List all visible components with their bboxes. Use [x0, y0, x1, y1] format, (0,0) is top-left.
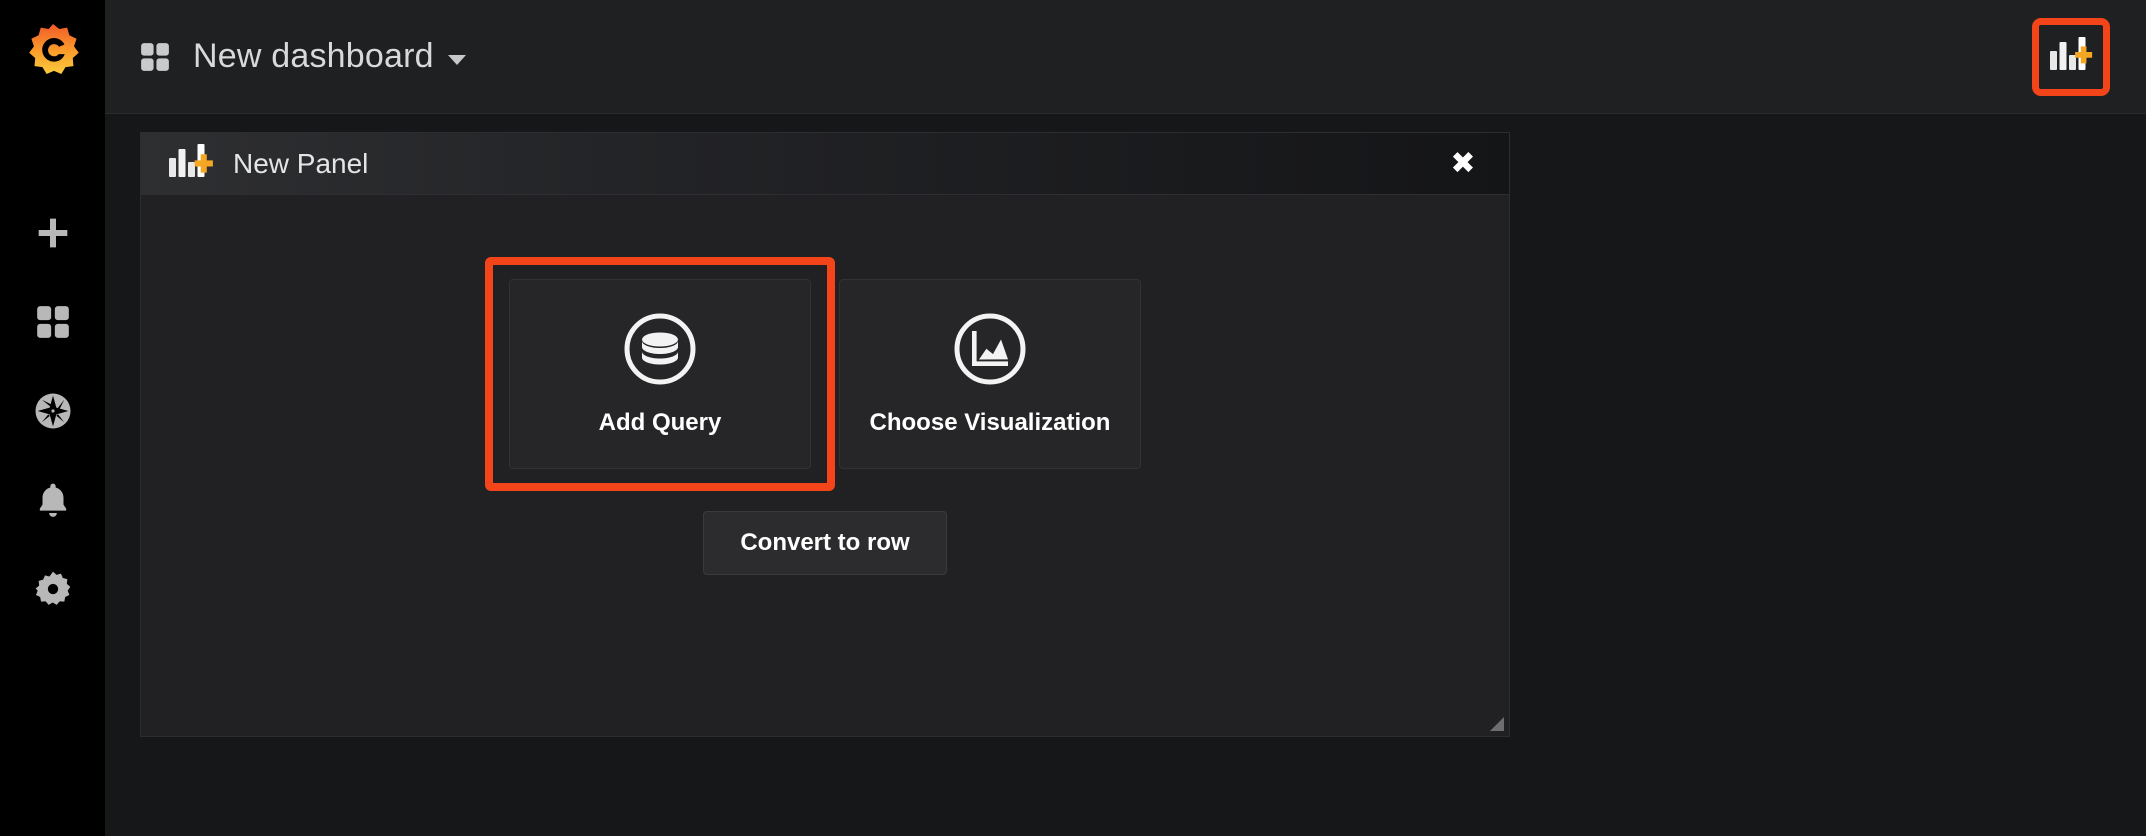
sidebar-item-dashboards[interactable]: [0, 299, 105, 345]
choose-visualization-card[interactable]: Choose Visualization: [839, 279, 1141, 469]
top-navbar: New dashboard: [105, 0, 2146, 114]
add-panel-button[interactable]: [2032, 17, 2110, 96]
choose-visualization-label: Choose Visualization: [869, 409, 1111, 436]
plus-icon: [33, 213, 73, 253]
main-column: New dashboard New Panel ✖ Add Query Choo…: [105, 0, 2146, 836]
chevron-down-icon: [447, 54, 466, 65]
resize-handle-icon[interactable]: [1488, 715, 1504, 731]
dashboards-grid-icon: [33, 302, 73, 342]
dashboards-grid-icon[interactable]: [135, 37, 175, 77]
add-query-label: Add Query: [598, 409, 722, 436]
convert-to-row-button[interactable]: Convert to row: [703, 511, 947, 575]
sidebar-item-create[interactable]: [0, 210, 105, 256]
panel-header[interactable]: New Panel ✖: [141, 133, 1509, 195]
area-chart-icon: [952, 311, 1028, 387]
sidebar-item-explore[interactable]: [0, 388, 105, 434]
grafana-app: New dashboard New Panel ✖ Add Query Choo…: [0, 0, 2146, 836]
panel-body: Add Query Choose Visualization Convert t…: [141, 195, 1509, 736]
sidebar: [0, 0, 105, 836]
new-panel: New Panel ✖ Add Query Choose Visualizati…: [140, 132, 1510, 737]
add-query-card[interactable]: Add Query: [509, 279, 811, 469]
panel-action-cards: Add Query Choose Visualization: [485, 257, 1141, 491]
sidebar-item-configuration[interactable]: [0, 566, 105, 612]
add-panel-icon: [167, 141, 213, 186]
page-title: New dashboard: [193, 37, 434, 75]
close-icon[interactable]: ✖: [1443, 144, 1483, 184]
gear-icon: [33, 569, 73, 609]
add-panel-icon: [2048, 34, 2094, 79]
dashboard-area: New Panel ✖ Add Query Choose Visualizati…: [105, 114, 2146, 836]
sidebar-nav: [0, 210, 105, 612]
dashboard-title-dropdown[interactable]: New dashboard: [193, 37, 466, 76]
grafana-logo[interactable]: [0, 0, 105, 105]
compass-icon: [32, 390, 74, 432]
panel-title: New Panel: [233, 147, 369, 179]
panel-title-group: New Panel: [167, 141, 368, 186]
sidebar-item-alerting[interactable]: [0, 477, 105, 523]
add-query-card-wrapper: Add Query: [485, 257, 835, 491]
database-icon: [622, 311, 698, 387]
navbar-left: New dashboard: [135, 37, 466, 77]
navbar-right: [2032, 17, 2124, 96]
bell-icon: [33, 480, 73, 520]
